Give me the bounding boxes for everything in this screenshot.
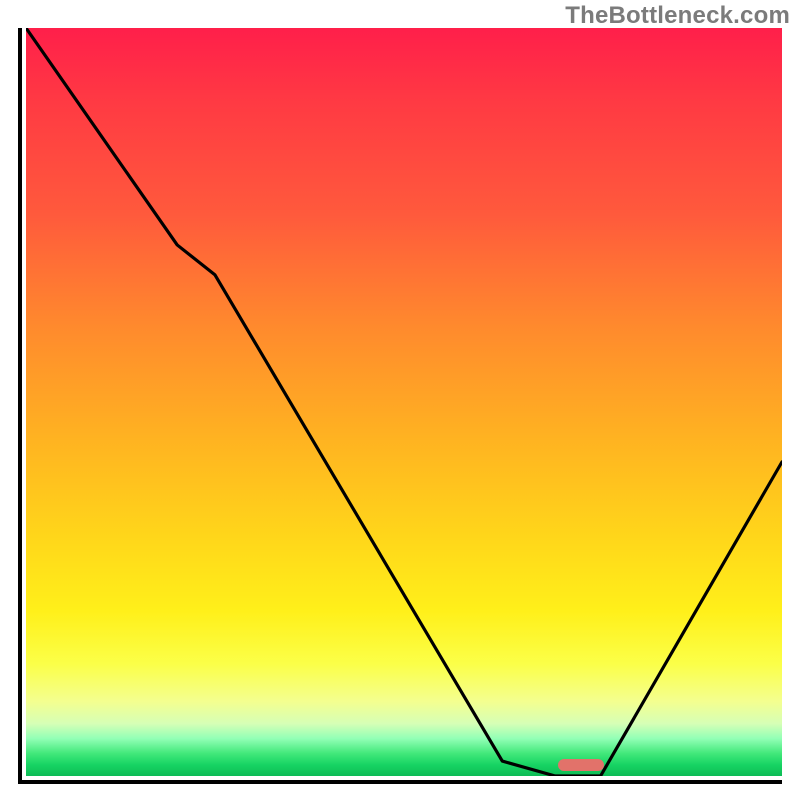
plot-frame xyxy=(18,28,782,784)
optimal-range-marker xyxy=(558,759,604,771)
curve-svg xyxy=(26,28,782,776)
chart-stage: TheBottleneck.com xyxy=(0,0,800,800)
watermark-text: TheBottleneck.com xyxy=(565,2,790,30)
bottleneck-curve xyxy=(26,28,782,776)
